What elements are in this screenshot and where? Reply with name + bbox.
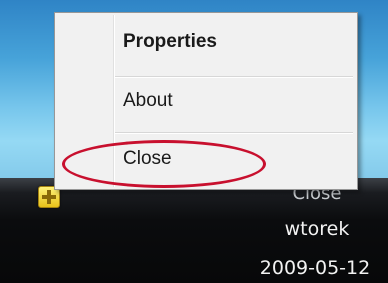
- menu-item-close-label: Close: [123, 148, 172, 169]
- menu-item-about-label: About: [123, 90, 173, 111]
- tray-clock-day[interactable]: wtorek: [262, 218, 372, 240]
- plus-icon-horizontal: [42, 195, 56, 199]
- menu-item-about[interactable]: About: [57, 76, 355, 128]
- tray-clock-date[interactable]: 2009-05-12: [240, 257, 388, 279]
- menu-item-close[interactable]: Close: [57, 134, 355, 186]
- menu-item-properties-label: Properties: [123, 31, 217, 52]
- menu-item-properties[interactable]: Properties: [57, 17, 355, 69]
- tray-context-menu: Properties About Close: [54, 12, 358, 190]
